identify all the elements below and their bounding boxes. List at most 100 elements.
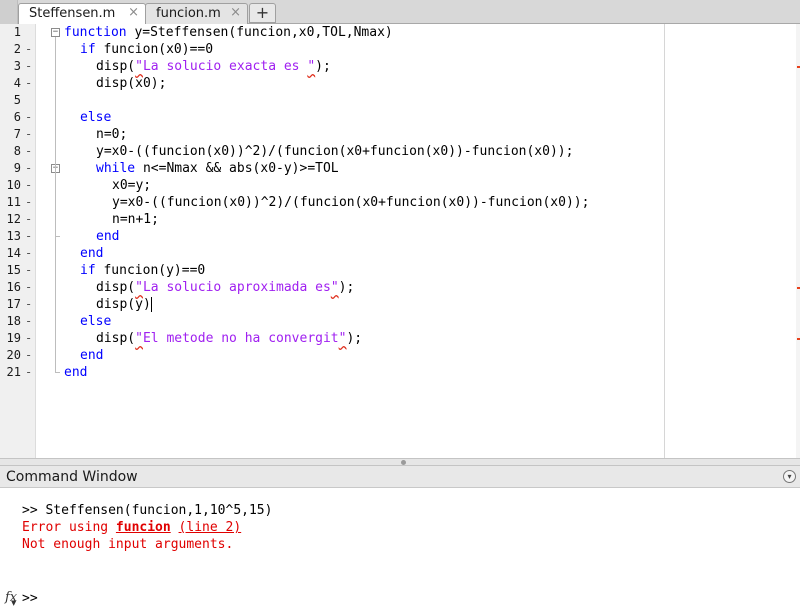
code-line-row[interactable]: 17- disp(y) bbox=[0, 296, 800, 313]
keyword-token: if bbox=[80, 263, 96, 278]
breakpoint-marker[interactable]: - bbox=[25, 194, 32, 211]
close-icon[interactable]: × bbox=[230, 5, 241, 20]
command-output-line: Error using funcion (line 2) bbox=[22, 519, 241, 536]
breakpoint-marker[interactable]: - bbox=[25, 245, 32, 262]
breakpoint-marker[interactable]: - bbox=[25, 296, 32, 313]
code-line[interactable]: disp("La solucio exacta es "); bbox=[96, 58, 331, 75]
code-line[interactable]: end bbox=[64, 364, 87, 381]
string-token: " bbox=[135, 59, 143, 74]
keyword-token: if bbox=[80, 42, 96, 57]
code-line[interactable]: disp("El metode no ha convergit"); bbox=[96, 330, 362, 347]
code-line[interactable]: y=x0-((funcion(x0))^2)/(funcion(x0+funci… bbox=[96, 143, 573, 160]
code-line[interactable]: disp(y) bbox=[96, 296, 151, 313]
breakpoint-marker[interactable]: - bbox=[25, 347, 32, 364]
breakpoint-marker[interactable]: - bbox=[25, 330, 32, 347]
breakpoint-marker[interactable]: - bbox=[25, 364, 32, 381]
code-line-row[interactable]: 6- else bbox=[0, 109, 800, 126]
code-line-row[interactable]: 12- n=n+1; bbox=[0, 211, 800, 228]
keyword-token: else bbox=[80, 314, 112, 329]
code-line-row[interactable]: 14- end bbox=[0, 245, 800, 262]
split-divider[interactable] bbox=[0, 458, 800, 466]
line-number: 14 bbox=[6, 246, 21, 260]
close-icon[interactable]: × bbox=[128, 5, 139, 20]
string-token: La solucio aproximada es bbox=[142, 280, 331, 295]
line-number: 16 bbox=[6, 280, 21, 294]
line-number: 13 bbox=[6, 229, 21, 243]
fx-arrow-icon: ▼ bbox=[11, 599, 17, 607]
code-line-row[interactable]: 4- disp(x0); bbox=[0, 75, 800, 92]
line-number: 7 bbox=[13, 127, 21, 141]
line-number: 15 bbox=[6, 263, 21, 277]
code-line[interactable]: while n<=Nmax && abs(x0-y)>=TOL bbox=[96, 160, 339, 177]
code-line-row[interactable]: 13- end bbox=[0, 228, 800, 245]
tab-steffensen[interactable]: Steffensen.m × bbox=[18, 3, 146, 25]
code-editor[interactable]: 1 − function y=Steffensen(funcion,x0,TOL,N… bbox=[0, 24, 800, 458]
keyword-token: function bbox=[64, 25, 127, 40]
code-line-row[interactable]: 11- y=x0-((funcion(x0))^2)/(funcion(x0+fu… bbox=[0, 194, 800, 211]
code-line[interactable]: if funcion(y)==0 bbox=[80, 262, 205, 279]
chevron-down-icon[interactable]: ▾ bbox=[783, 470, 796, 483]
code-line[interactable]: disp("La solucio aproximada es"); bbox=[96, 279, 354, 296]
code-line-row[interactable]: 18- else bbox=[0, 313, 800, 330]
code-line[interactable]: n=n+1; bbox=[112, 211, 159, 228]
breakpoint-marker[interactable]: - bbox=[25, 211, 32, 228]
code-line[interactable]: else bbox=[80, 109, 111, 126]
code-line[interactable]: y=x0-((funcion(x0))^2)/(funcion(x0+funci… bbox=[112, 194, 589, 211]
breakpoint-marker[interactable]: - bbox=[25, 109, 32, 126]
add-tab-button[interactable]: + bbox=[249, 3, 276, 23]
code-token: y=x0-((funcion(x0))^2)/(funcion(x0+funci… bbox=[112, 195, 590, 210]
code-token: n=n+1; bbox=[112, 212, 159, 227]
breakpoint-marker[interactable]: - bbox=[25, 313, 32, 330]
command-prompt[interactable]: >> bbox=[22, 591, 38, 606]
breakpoint-marker[interactable]: - bbox=[25, 160, 32, 177]
code-line[interactable]: if funcion(x0)==0 bbox=[80, 41, 213, 58]
line-number: 21 bbox=[6, 365, 21, 379]
code-line-row[interactable]: 15- if funcion(y)==0 bbox=[0, 262, 800, 279]
code-line-row[interactable]: 10- x0=y; bbox=[0, 177, 800, 194]
breakpoint-marker[interactable]: - bbox=[25, 228, 32, 245]
line-number: 1 bbox=[13, 25, 21, 39]
breakpoint-marker[interactable]: - bbox=[25, 126, 32, 143]
code-line-row[interactable]: 19- disp("El metode no ha convergit"); bbox=[0, 330, 800, 347]
code-line-row[interactable]: 8- y=x0-((funcion(x0))^2)/(funcion(x0+fun… bbox=[0, 143, 800, 160]
code-line-row[interactable]: 2- if funcion(x0)==0 bbox=[0, 41, 800, 58]
code-line[interactable]: end bbox=[80, 245, 103, 262]
code-line-row[interactable]: 3- disp("La solucio exacta es "); bbox=[0, 58, 800, 75]
code-line[interactable]: else bbox=[80, 313, 111, 330]
breakpoint-marker[interactable]: - bbox=[25, 262, 32, 279]
code-line-row[interactable]: 20- end bbox=[0, 347, 800, 364]
breakpoint-marker[interactable]: - bbox=[25, 58, 32, 75]
string-token: " bbox=[307, 59, 316, 74]
code-line[interactable]: x0=y; bbox=[112, 177, 151, 194]
breakpoint-marker[interactable]: - bbox=[25, 177, 32, 194]
line-number: 9 bbox=[13, 161, 21, 175]
code-line-row[interactable]: 1 − function y=Steffensen(funcion,x0,TOL,N… bbox=[0, 24, 800, 41]
error-link[interactable]: (line 2) bbox=[179, 520, 242, 535]
code-line-row[interactable]: 16- disp("La solucio aproximada es"); bbox=[0, 279, 800, 296]
breakpoint-marker[interactable]: - bbox=[25, 75, 32, 92]
code-line-row[interactable]: 7- n=0; bbox=[0, 126, 800, 143]
fold-guide-end bbox=[55, 236, 60, 237]
code-line[interactable]: function y=Steffensen(funcion,x0,TOL,Nma… bbox=[64, 24, 393, 41]
breakpoint-marker[interactable]: - bbox=[25, 279, 32, 296]
code-line[interactable]: end bbox=[96, 228, 119, 245]
code-token: disp( bbox=[96, 59, 136, 74]
line-number: 11 bbox=[6, 195, 21, 209]
drag-handle-icon[interactable] bbox=[401, 460, 406, 465]
command-output[interactable]: >> Steffensen(funcion,1,10^5,15) Error us… bbox=[0, 488, 800, 607]
fold-collapse-icon[interactable]: − bbox=[51, 28, 60, 37]
code-line-row[interactable]: 9-−while n<=Nmax && abs(x0-y)>=TOL bbox=[0, 160, 800, 177]
line-number: 2 bbox=[13, 42, 21, 56]
code-line[interactable]: end bbox=[80, 347, 103, 364]
code-line[interactable]: disp(x0); bbox=[96, 75, 166, 92]
error-link[interactable]: funcion bbox=[116, 520, 171, 535]
tab-funcion[interactable]: funcion.m × bbox=[145, 3, 248, 24]
breakpoint-marker[interactable]: - bbox=[25, 143, 32, 160]
string-token: " bbox=[330, 280, 339, 295]
code-line-row[interactable]: 5 bbox=[0, 92, 800, 109]
string-token: " bbox=[135, 331, 143, 346]
code-line[interactable]: n=0; bbox=[96, 126, 127, 143]
code-line-row[interactable]: 21- end bbox=[0, 364, 800, 381]
breakpoint-marker[interactable]: - bbox=[25, 41, 32, 58]
